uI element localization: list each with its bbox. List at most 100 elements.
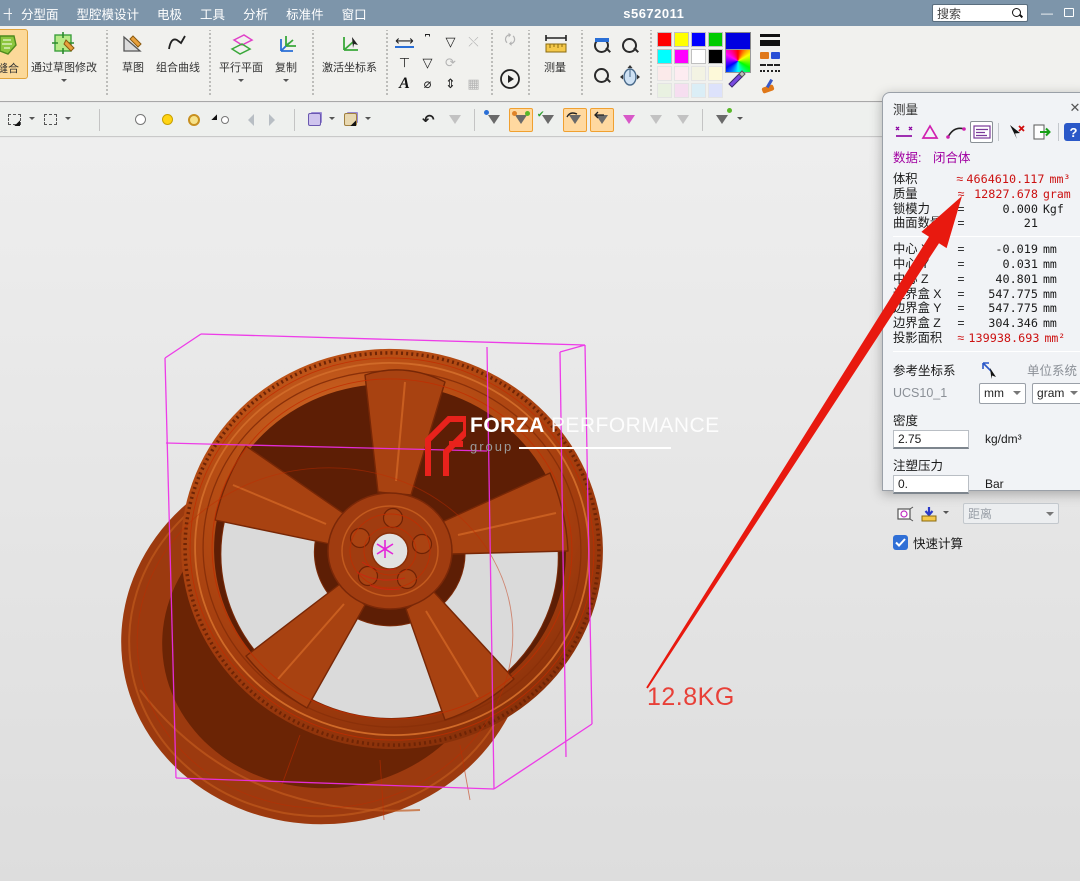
color-swatch-magenta[interactable] xyxy=(674,49,689,64)
menu-item-parting-surface[interactable]: 分型面 xyxy=(12,4,68,23)
minimize-button[interactable]: — xyxy=(1036,6,1058,20)
leader-icon[interactable]: ⊤ xyxy=(399,55,410,71)
filter-pink-icon[interactable] xyxy=(617,108,641,132)
menu-item-window[interactable]: 窗口 xyxy=(333,4,376,23)
menu-item-electrode[interactable]: 电极 xyxy=(148,4,191,23)
measure-button[interactable]: 测量 xyxy=(535,29,575,77)
export-icon[interactable] xyxy=(1030,121,1053,143)
dropdown-caret[interactable] xyxy=(329,117,335,123)
measure-angle-icon[interactable] xyxy=(919,121,942,143)
mass-unit-select[interactable]: gram xyxy=(1032,383,1080,404)
color-swatch-pale-2[interactable] xyxy=(674,66,689,81)
measure-arc-icon[interactable] xyxy=(945,121,968,143)
update-annotation-icon[interactable]: ⟳ xyxy=(445,55,456,71)
copy-button[interactable]: 复制 xyxy=(266,29,306,87)
nav-back-icon[interactable] xyxy=(236,108,260,132)
help-icon[interactable]: ? xyxy=(1064,123,1080,141)
filter-disabled-b-icon[interactable] xyxy=(671,108,695,132)
dropdown-caret[interactable] xyxy=(29,117,35,123)
undo-curve-icon[interactable]: ↷ xyxy=(416,108,440,132)
density-input[interactable]: 2.75 xyxy=(893,430,969,449)
pan-mouse-icon[interactable] xyxy=(619,65,641,87)
delete-dimension-icon[interactable]: ⤬ xyxy=(468,34,478,50)
bulb-on-icon[interactable] xyxy=(155,108,179,132)
menu-item-standard-parts[interactable]: 标准件 xyxy=(277,4,333,23)
color-swatch-pale-7[interactable] xyxy=(691,83,706,98)
zoom-crosshair-icon[interactable] xyxy=(621,37,639,55)
ordinate-dimension-icon[interactable]: ⇕ xyxy=(445,76,456,92)
color-swatch-yellow[interactable] xyxy=(674,32,689,47)
dropdown-caret[interactable] xyxy=(365,117,371,123)
view-cube-icon[interactable] xyxy=(302,108,326,132)
color-swatch-pale-5[interactable] xyxy=(657,83,672,98)
menu-item-cavity-design[interactable]: 型腔模设计 xyxy=(68,4,149,23)
line-style-icon[interactable] xyxy=(760,64,780,72)
line-color-chips-icon[interactable] xyxy=(760,52,780,59)
color-swatch-cyan[interactable] xyxy=(657,49,672,64)
search-input[interactable]: 搜索 xyxy=(932,4,1028,22)
measure-mode-select[interactable]: 距离 xyxy=(963,503,1059,524)
color-swatch-pale-8[interactable] xyxy=(708,83,723,98)
zoom-layers-icon[interactable] xyxy=(593,67,611,85)
color-swatch-green[interactable] xyxy=(708,32,723,47)
dropdown-caret[interactable] xyxy=(65,117,71,123)
color-swatch-red[interactable] xyxy=(657,32,672,47)
color-swatch-black[interactable] xyxy=(708,49,723,64)
box-display-button[interactable] xyxy=(893,503,917,525)
import-result-button[interactable] xyxy=(917,503,941,525)
radial-dimension-icon[interactable]: ⌀ xyxy=(424,76,432,92)
table-icon[interactable]: ▦ xyxy=(467,76,479,92)
restore-button[interactable] xyxy=(1058,6,1080,20)
history-playback-icon[interactable] xyxy=(498,67,522,91)
surface-finish-icon[interactable]: ▽ xyxy=(423,55,433,71)
activate-csys-button[interactable]: 激活坐标系 xyxy=(319,29,380,77)
pressure-input[interactable]: 0. xyxy=(893,475,969,494)
color-swatch-white[interactable] xyxy=(691,49,706,64)
composite-curve-button[interactable]: 组合曲线 xyxy=(153,29,203,77)
color-swatch-blue[interactable] xyxy=(691,32,706,47)
dropdown-caret[interactable] xyxy=(238,79,244,85)
sync-icon[interactable]: 🗘 xyxy=(504,31,516,53)
menu-item-tools[interactable]: 工具 xyxy=(191,4,234,23)
filter-curve-icon[interactable] xyxy=(563,108,587,132)
select-rect-cursor-icon[interactable] xyxy=(2,108,26,132)
dropdown-caret[interactable] xyxy=(61,79,67,85)
measure-dialog[interactable]: 测量 ✕ ? 数据: 闭合体 体积≈4664610.117mm³ 质量≈1282… xyxy=(882,92,1080,491)
deselect-icon[interactable] xyxy=(1004,121,1027,143)
format-brush-icon[interactable] xyxy=(760,78,776,94)
select-rect-icon[interactable] xyxy=(38,108,62,132)
bulb-off-icon[interactable] xyxy=(128,108,152,132)
filter-shapes-icon[interactable] xyxy=(509,108,533,132)
edit-by-sketch-button[interactable]: 通过草图修改 xyxy=(28,29,100,87)
nav-forward-icon[interactable] xyxy=(263,108,287,132)
linear-dimension-icon[interactable]: ⟷ xyxy=(395,35,414,48)
csys-pick-icon[interactable] xyxy=(979,360,1001,380)
view-cube-cursor-icon[interactable] xyxy=(338,108,362,132)
frame-dimension-icon[interactable]: ⎴ xyxy=(425,34,430,50)
length-unit-select[interactable]: mm xyxy=(979,383,1026,404)
filter-star-icon[interactable] xyxy=(710,108,734,132)
dropdown-caret[interactable] xyxy=(283,79,289,85)
color-swatch-pale-4[interactable] xyxy=(708,66,723,81)
sketch-button[interactable]: 草图 xyxy=(113,29,153,77)
menu-item-clipped[interactable]: 十 xyxy=(0,4,12,23)
filter-disabled-a-icon[interactable] xyxy=(644,108,668,132)
dropdown-caret[interactable] xyxy=(943,511,949,517)
close-icon[interactable]: ✕ xyxy=(1067,100,1080,116)
line-width-icon[interactable] xyxy=(760,34,780,46)
color-swatch-pale-6[interactable] xyxy=(674,83,689,98)
highlight-circles-icon[interactable] xyxy=(182,108,206,132)
color-swatch-pale-1[interactable] xyxy=(657,66,672,81)
dropdown-caret[interactable] xyxy=(737,117,743,123)
menu-item-analysis[interactable]: 分析 xyxy=(234,4,277,23)
filter-check-icon[interactable]: ✔ xyxy=(536,108,560,132)
quick-calc-checkbox[interactable] xyxy=(893,535,908,550)
text-tool-icon[interactable]: A xyxy=(399,75,410,93)
zoom-window-icon[interactable] xyxy=(593,37,611,55)
cursor-bulb-icon[interactable] xyxy=(209,108,233,132)
filter-cloud-icon[interactable] xyxy=(443,108,467,132)
info-list-icon[interactable] xyxy=(970,121,993,143)
color-swatch-pale-3[interactable] xyxy=(691,66,706,81)
color-pen-icon[interactable] xyxy=(725,66,747,88)
sew-button[interactable]: 缝合 xyxy=(0,29,28,79)
